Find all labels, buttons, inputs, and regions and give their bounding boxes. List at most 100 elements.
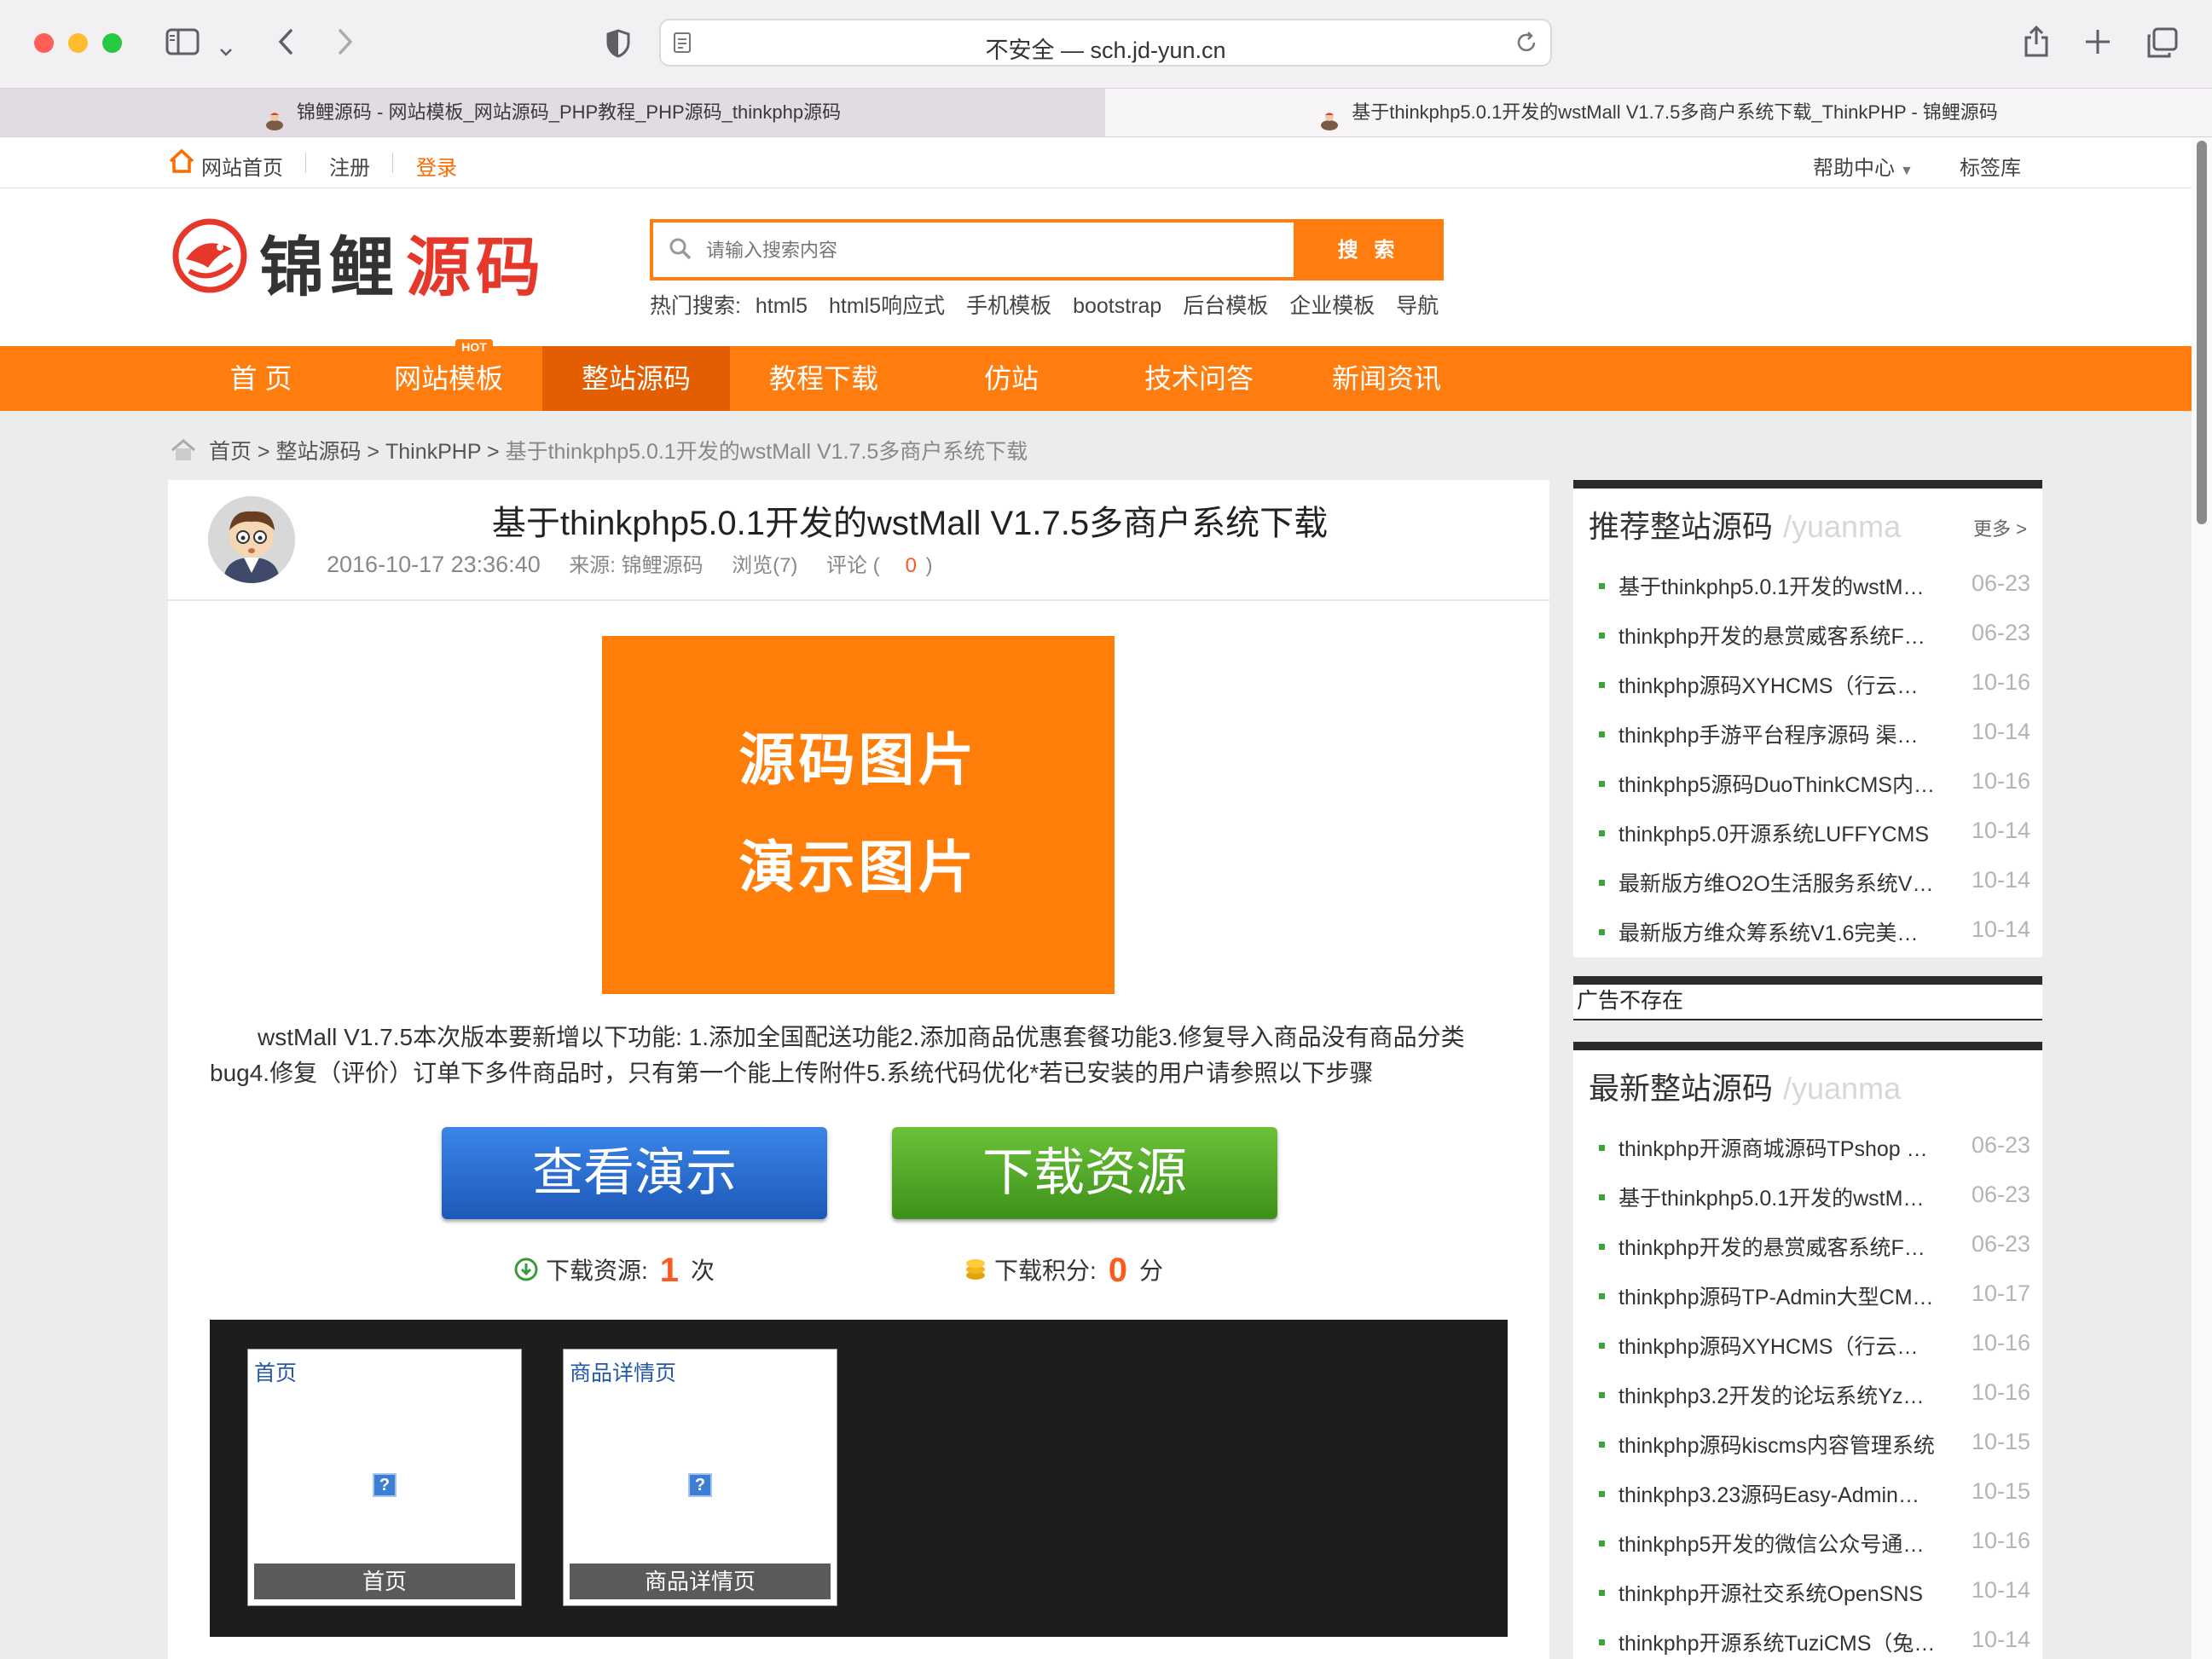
bullet bbox=[1599, 928, 1605, 935]
address-text: 不安全 — sch.jd-yun.cn bbox=[985, 38, 1226, 63]
hot-search-link[interactable]: 手机模板 bbox=[966, 294, 1051, 318]
list-item-title: thinkphp开源商城源码TPshop v2.0 bbox=[1618, 1137, 1936, 1161]
breadcrumb-subcategory[interactable]: ThinkPHP bbox=[385, 440, 481, 464]
bullet bbox=[1599, 1540, 1605, 1546]
address-bar[interactable]: 不安全 — sch.jd-yun.cn bbox=[659, 19, 1552, 66]
list-item-title: thinkphp5源码DuoThinkCMS内容管理系统 bbox=[1618, 773, 1936, 797]
scrollbar-thumb[interactable] bbox=[2197, 141, 2207, 524]
logo-text-dark: 锦鲤 bbox=[259, 232, 399, 304]
list-item[interactable]: thinkphp手游平台程序源码 渠道系统 10-14 bbox=[1599, 719, 2030, 749]
nav-clone[interactable]: 仿站 bbox=[943, 346, 1080, 411]
list-item[interactable]: thinkphp源码XYHCMS（行云海CMS） 10-16 bbox=[1599, 1330, 2030, 1361]
hot-search-link[interactable]: html5 bbox=[756, 294, 808, 318]
list-item-date: 10-14 bbox=[1971, 1577, 2030, 1603]
list-item[interactable]: thinkphp5源码DuoThinkCMS内容管理系统 10-16 bbox=[1599, 768, 2030, 799]
publish-date: 2016-10-17 23:36:40 bbox=[327, 552, 541, 577]
share-icon[interactable] bbox=[2023, 24, 2050, 63]
breadcrumb-home[interactable]: 首页 bbox=[209, 440, 252, 464]
view-demo-button[interactable]: 查看演示 bbox=[442, 1127, 827, 1219]
list-item[interactable]: thinkphp开源社交系统OpenSNS 10-14 bbox=[1599, 1577, 2030, 1608]
nav-home[interactable]: 首 页 bbox=[201, 346, 321, 411]
tab-home[interactable]: 锦鲤源码 - 网站模板_网站源码_PHP教程_PHP源码_thinkphp源码 bbox=[0, 89, 1106, 136]
list-item[interactable]: thinkphp源码XYHCMS（行云海CMS） 10-16 bbox=[1599, 669, 2030, 700]
list-item[interactable]: thinkphp5.0开源系统LUFFYCMS 10-14 bbox=[1599, 818, 2030, 848]
bullet bbox=[1599, 731, 1605, 737]
minimize-window-icon[interactable] bbox=[68, 33, 88, 53]
latest-title: 最新整站源码/yuanma bbox=[1589, 1064, 1901, 1108]
list-item[interactable]: thinkphp开发的悬赏威客系统FeiniaoV1.0 06-23 bbox=[1599, 620, 2030, 650]
back-arrow-icon[interactable] bbox=[276, 27, 295, 61]
breadcrumb: 首页 > 整站源码 > ThinkPHP > 基于thinkphp5.0.1开发… bbox=[171, 435, 1028, 468]
close-window-icon[interactable] bbox=[34, 33, 54, 53]
hot-search-link[interactable]: 后台模板 bbox=[1183, 294, 1268, 318]
list-item[interactable]: thinkphp开源商城源码TPshop v2.0 06-23 bbox=[1599, 1132, 2030, 1163]
more-link[interactable]: 更多 > bbox=[1973, 514, 2027, 541]
login-link[interactable]: 登录 bbox=[416, 151, 457, 181]
search-input[interactable] bbox=[704, 231, 1288, 270]
hot-search-link[interactable]: bootstrap bbox=[1073, 294, 1161, 318]
tab-overview-icon[interactable] bbox=[2145, 27, 2178, 63]
list-item-title: thinkphp开源系统TuziCMS（兔子CMS） bbox=[1618, 1632, 1936, 1656]
list-item-date: 10-14 bbox=[1971, 867, 2030, 893]
list-item[interactable]: 基于thinkphp5.0.1开发的wstMall V1.7.5多商户系统下载 0… bbox=[1599, 1182, 2030, 1212]
hot-search-link[interactable]: 导航 bbox=[1396, 294, 1439, 318]
list-item[interactable]: 最新版方维众筹系统V1.6完美商业版 10-14 bbox=[1599, 916, 2030, 947]
shield-privacy-icon[interactable] bbox=[605, 29, 631, 63]
tab-article[interactable]: 基于thinkphp5.0.1开发的wstMall V1.7.5多商户系统下载_… bbox=[1105, 89, 2212, 136]
zoom-window-icon[interactable] bbox=[102, 33, 122, 53]
recommended-title: 推荐整站源码/yuanma bbox=[1589, 502, 1901, 546]
chevron-down-icon[interactable] bbox=[218, 34, 234, 63]
list-item-title: thinkphp3.2开发的论坛系统YzBBS bbox=[1618, 1384, 1936, 1408]
recommended-panel: 推荐整站源码/yuanma 更多 > 基于thinkphp5.0.1开发的wst… bbox=[1573, 480, 2042, 957]
panel-subtitle: /yuanma bbox=[1783, 1071, 1902, 1106]
hot-badge: HOT bbox=[455, 339, 493, 355]
comment-link[interactable]: 评论 (0 ) bbox=[826, 554, 955, 577]
nav-qa[interactable]: 技术问答 bbox=[1122, 346, 1276, 411]
tag-library-link[interactable]: 标签库 bbox=[1960, 151, 2021, 181]
nav-tutorials[interactable]: 教程下载 bbox=[747, 346, 900, 411]
latest-panel: 最新整站源码/yuanma thinkphp开源商城源码TPshop v2.0 0… bbox=[1573, 1042, 2042, 1659]
list-item-date: 06-23 bbox=[1971, 570, 2030, 596]
list-item-title: 基于thinkphp5.0.1开发的wstMall V1.7.5多商户系统下载 bbox=[1618, 575, 1936, 599]
sidebar-toggle-icon[interactable] bbox=[165, 28, 200, 61]
bullet bbox=[1599, 830, 1605, 836]
article-source: 来源: 锦鲤源码 bbox=[569, 554, 704, 577]
top-divider bbox=[392, 153, 393, 173]
breadcrumb-sep: > bbox=[251, 440, 276, 464]
forward-arrow-icon[interactable] bbox=[336, 27, 355, 61]
chevron-down-icon: ▼ bbox=[1900, 164, 1914, 178]
gallery-thumb-home[interactable]: 首页 ? 首页 bbox=[247, 1349, 522, 1606]
list-item[interactable]: thinkphp3.23源码Easy-Admin后台系统 10-15 bbox=[1599, 1478, 2030, 1509]
hot-search-link[interactable]: 企业模板 bbox=[1289, 294, 1375, 318]
nav-news[interactable]: 新闻资讯 bbox=[1310, 346, 1463, 411]
search-button[interactable]: 搜 索 bbox=[1294, 219, 1444, 280]
breadcrumb-category[interactable]: 整站源码 bbox=[275, 440, 361, 464]
hot-search-link[interactable]: html5响应式 bbox=[829, 294, 945, 318]
bullet bbox=[1599, 582, 1605, 589]
list-item[interactable]: thinkphp开源系统TuziCMS（兔子CMS） 10-14 bbox=[1599, 1627, 2030, 1657]
bullet bbox=[1599, 1292, 1605, 1299]
nav-templates[interactable]: 网站模板 bbox=[372, 346, 525, 411]
new-tab-icon[interactable] bbox=[2084, 28, 2111, 61]
bullet bbox=[1599, 1441, 1605, 1448]
points-number: 0 bbox=[1108, 1251, 1128, 1289]
list-item-title: thinkphp源码XYHCMS（行云海CMS） bbox=[1618, 1335, 1936, 1359]
bullet bbox=[1599, 1194, 1605, 1200]
help-center-link[interactable]: 帮助中心 ▼ bbox=[1813, 151, 1914, 181]
list-item-date: 06-23 bbox=[1971, 1231, 2030, 1257]
list-item[interactable]: thinkphp开发的悬赏威客系统FeiniaoV1.0 06-23 bbox=[1599, 1231, 2030, 1262]
gallery-thumb-product[interactable]: 商品详情页 ? 商品详情页 bbox=[563, 1349, 837, 1606]
top-home-link[interactable]: 网站首页 bbox=[201, 151, 283, 181]
download-button[interactable]: 下载资源 bbox=[892, 1127, 1277, 1219]
list-item[interactable]: thinkphp5开发的微信公众号通用管理系统 10-16 bbox=[1599, 1528, 2030, 1558]
list-item[interactable]: thinkphp源码TP-Admin大型CMS系统 10-17 bbox=[1599, 1280, 2030, 1311]
list-item-date: 10-16 bbox=[1971, 1330, 2030, 1356]
nav-site-source[interactable]: 整站源码 bbox=[542, 346, 730, 411]
list-item[interactable]: 最新版方维O2O生活服务系统V3.07 10-14 bbox=[1599, 867, 2030, 898]
register-link[interactable]: 注册 bbox=[329, 151, 370, 181]
reload-icon[interactable] bbox=[1516, 31, 1538, 59]
list-item[interactable]: 基于thinkphp5.0.1开发的wstMall V1.7.5多商户系统下载 0… bbox=[1599, 570, 2030, 601]
thumb-label: 首页 bbox=[254, 1361, 298, 1385]
list-item[interactable]: thinkphp源码kiscms内容管理系统 10-15 bbox=[1599, 1429, 2030, 1460]
list-item[interactable]: thinkphp3.2开发的论坛系统YzBBS 10-16 bbox=[1599, 1379, 2030, 1410]
